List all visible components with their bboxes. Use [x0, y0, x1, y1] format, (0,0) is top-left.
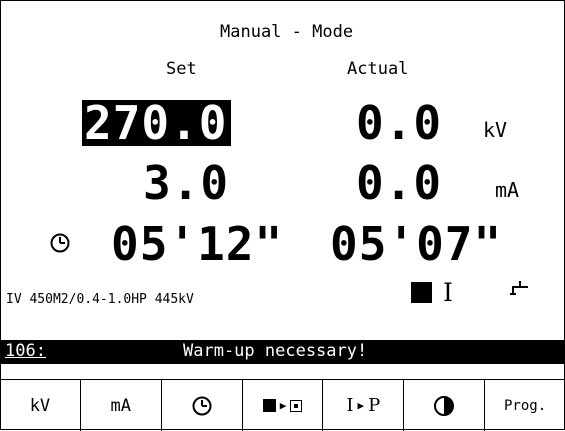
kv-set-value[interactable]: 270.0 — [82, 100, 232, 146]
arrow-right-icon: ▶ — [279, 399, 287, 412]
kv-actual-value: 0.0 — [356, 96, 443, 150]
clock-icon — [192, 396, 212, 415]
ma-actual-value: 0.0 — [356, 156, 443, 210]
ip-softkey[interactable]: I ▶ P — [323, 380, 405, 431]
ma-softkey[interactable]: mA — [81, 380, 162, 431]
message-text: Warm-up necessary! — [183, 341, 368, 361]
kv-unit-label: kV — [483, 118, 508, 142]
time-set-value[interactable]: 05'12" — [111, 221, 283, 267]
message-code: 106: — [5, 341, 46, 361]
set-column-header: Set — [166, 59, 197, 79]
arrow-right-icon: ▶ — [357, 399, 365, 412]
mode-softkey[interactable]: ▶ — [243, 380, 324, 431]
filled-square-icon — [262, 399, 276, 412]
prog-softkey-label: Prog. — [504, 397, 547, 414]
shutter-label: I — [443, 278, 453, 307]
tube-info: IV 450M2/0.4-1.0HP 445kV — [6, 292, 194, 307]
page-title: Manual - Mode — [220, 22, 354, 42]
display-frame — [0, 0, 565, 430]
ma-unit-label: mA — [495, 178, 520, 202]
time-actual-value: 05'07" — [330, 217, 503, 271]
square-dot-icon — [290, 399, 303, 412]
actual-column-header: Actual — [347, 59, 409, 79]
tap-icon — [510, 281, 528, 295]
contrast-softkey[interactable] — [404, 380, 486, 431]
contrast-icon — [434, 395, 455, 416]
ma-set-value[interactable]: 3.0 — [143, 160, 229, 206]
ma-softkey-label: mA — [110, 395, 132, 416]
softkey-bar: kV mA ▶ I ▶ P Prog. — [0, 379, 565, 431]
kv-softkey-label: kV — [29, 395, 51, 416]
ip-right-label: P — [368, 395, 381, 416]
ip-left-label: I — [346, 395, 354, 416]
kv-softkey[interactable]: kV — [0, 380, 81, 431]
timer-softkey[interactable] — [162, 380, 243, 431]
clock-icon — [50, 233, 70, 253]
message-bar: 106: Warm-up necessary! — [1, 340, 564, 364]
filled-square-indicator — [411, 282, 432, 303]
prog-softkey[interactable]: Prog. — [485, 380, 565, 431]
